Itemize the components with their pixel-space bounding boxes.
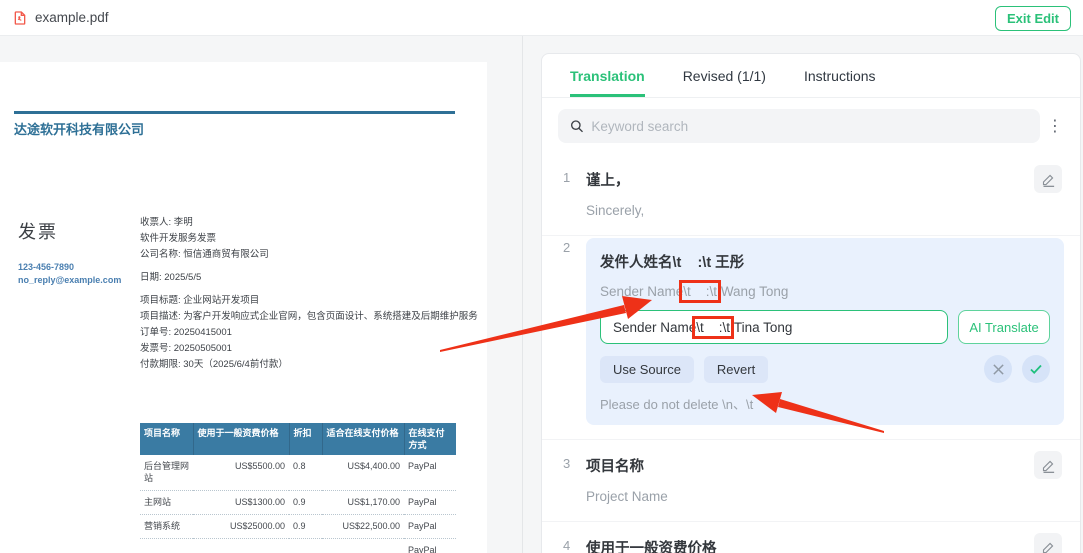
search-icon: [570, 119, 583, 133]
segment-source: 使用于一般资费价格: [586, 537, 1060, 553]
segment-source: 发件人姓名\t :\t 王彤: [600, 251, 1050, 272]
annotation-red-box: \t :\t: [683, 284, 717, 299]
table-row: 营销系统 US$25000.00 0.9 US$22,500.00 PayPal: [140, 515, 456, 539]
segment-editor: 发件人姓名\t :\t 王彤 Sender Name\t :\t Wang To…: [586, 238, 1064, 425]
segment-2: 2 发件人姓名\t :\t 王彤 Sender Name\t :\t Wang …: [542, 236, 1080, 439]
editor-actions: Use Source Revert: [600, 355, 1050, 383]
segment-1: 1 谨上， Sincerely,: [542, 154, 1080, 236]
pdf-project-title: 项目标题: 企业网站开发项目: [140, 293, 490, 309]
pdf-company-line: 公司名称: 恒信通商贸有限公司: [140, 247, 490, 263]
pencil-icon: [1041, 172, 1056, 187]
cancel-button[interactable]: [984, 355, 1012, 383]
table-row: 主网站 US$1300.00 0.9 US$1,170.00 PayPal: [140, 491, 456, 515]
table-header: 使用于一般资费价格: [193, 423, 289, 455]
pdf-invoice-type: 软件开发服务发票: [140, 231, 490, 247]
translation-panel: Translation Revised (1/1) Instructions ⋮…: [541, 53, 1081, 553]
pdf-preview-page: 达途软开科技有限公司 发票 123-456-7890 no_reply@exam…: [0, 62, 487, 553]
segment-source: 项目名称: [586, 455, 1060, 476]
pdf-header-rule: [14, 111, 455, 114]
pdf-file-icon: [12, 10, 28, 26]
table-header: 折扣: [289, 423, 322, 455]
pdf-project-desc: 项目描述: 为客户开发响应式企业官网，包含页面设计、系统搭建及后期维护服务: [140, 309, 490, 325]
tab-translation[interactable]: Translation: [570, 54, 645, 97]
pdf-phone: 123-456-7890: [18, 262, 74, 272]
pane-divider: [522, 36, 523, 553]
pencil-icon: [1041, 458, 1056, 473]
pdf-email: no_reply@example.com: [18, 275, 121, 285]
segment-number: 4: [563, 538, 570, 553]
segment-3: 3 项目名称 Project Name: [542, 439, 1080, 522]
segment-number: 3: [563, 456, 570, 471]
search-row: ⋮: [542, 98, 1080, 154]
pdf-date: 日期: 2025/5/5: [140, 270, 490, 286]
segment-translation: Sender Name\t :\t Wang Tong: [600, 284, 1050, 299]
edit-segment-button[interactable]: [1034, 165, 1062, 193]
translation-input[interactable]: Sender Name\t :\t Tina Tong: [600, 310, 948, 344]
table-header-row: 项目名称 使用于一般资费价格 折扣 适合在线支付价格 在线支付方式: [140, 423, 456, 455]
search-input[interactable]: [591, 119, 1028, 134]
edit-segment-button[interactable]: [1034, 533, 1062, 553]
editor-note: Please do not delete \n、\t: [600, 394, 1050, 413]
pdf-recipient: 收票人: 李明: [140, 215, 490, 231]
search-box[interactable]: [558, 109, 1040, 143]
pdf-order-no: 订单号: 20250415001: [140, 325, 490, 341]
table-header: 适合在线支付价格: [322, 423, 404, 455]
table-header: 项目名称: [140, 423, 193, 455]
segment-number: 1: [563, 170, 570, 185]
segment-translation: Sincerely,: [586, 203, 1060, 218]
exit-edit-button[interactable]: Exit Edit: [995, 6, 1071, 31]
pdf-pricing-table: 项目名称 使用于一般资费价格 折扣 适合在线支付价格 在线支付方式 后台管理网站…: [140, 423, 456, 553]
confirm-button[interactable]: [1022, 355, 1050, 383]
check-icon: [1029, 362, 1043, 376]
kebab-menu-icon[interactable]: ⋮: [1040, 116, 1070, 136]
file-name: example.pdf: [35, 10, 109, 25]
segment-translation: Project Name: [586, 489, 1060, 504]
revert-button[interactable]: Revert: [704, 356, 768, 383]
edit-segment-button[interactable]: [1034, 451, 1062, 479]
table-row: 后台管理网站 US$5500.00 0.8 US$4,400.00 PayPal: [140, 455, 456, 491]
top-bar: example.pdf Exit Edit: [0, 0, 1083, 36]
table-row: PayPal: [140, 539, 456, 553]
tab-revised[interactable]: Revised (1/1): [683, 54, 766, 97]
pdf-payment-terms: 付款期限: 30天（2025/6/4前付款）: [140, 357, 490, 373]
pdf-invoice-no: 发票号: 20250505001: [140, 341, 490, 357]
segment-number: 2: [563, 240, 570, 255]
annotation-red-box: \t :\t: [696, 320, 730, 335]
ai-translate-button[interactable]: AI Translate: [958, 310, 1050, 344]
segment-source: 谨上，: [586, 169, 1060, 190]
tab-instructions[interactable]: Instructions: [804, 54, 876, 97]
pdf-invoice-title: 发票: [18, 218, 58, 244]
pencil-icon: [1041, 540, 1056, 553]
segment-4: 4 使用于一般资费价格: [542, 522, 1080, 553]
table-header: 在线支付方式: [404, 423, 456, 455]
use-source-button[interactable]: Use Source: [600, 356, 694, 383]
panel-tabs: Translation Revised (1/1) Instructions: [542, 54, 1080, 98]
editor-input-row: Sender Name\t :\t Tina Tong AI Translate: [600, 310, 1050, 344]
pdf-company-name: 达途软开科技有限公司: [14, 119, 144, 138]
pdf-invoice-info: 收票人: 李明 软件开发服务发票 公司名称: 恒信通商贸有限公司 日期: 202…: [140, 215, 490, 373]
close-icon: [992, 363, 1005, 376]
